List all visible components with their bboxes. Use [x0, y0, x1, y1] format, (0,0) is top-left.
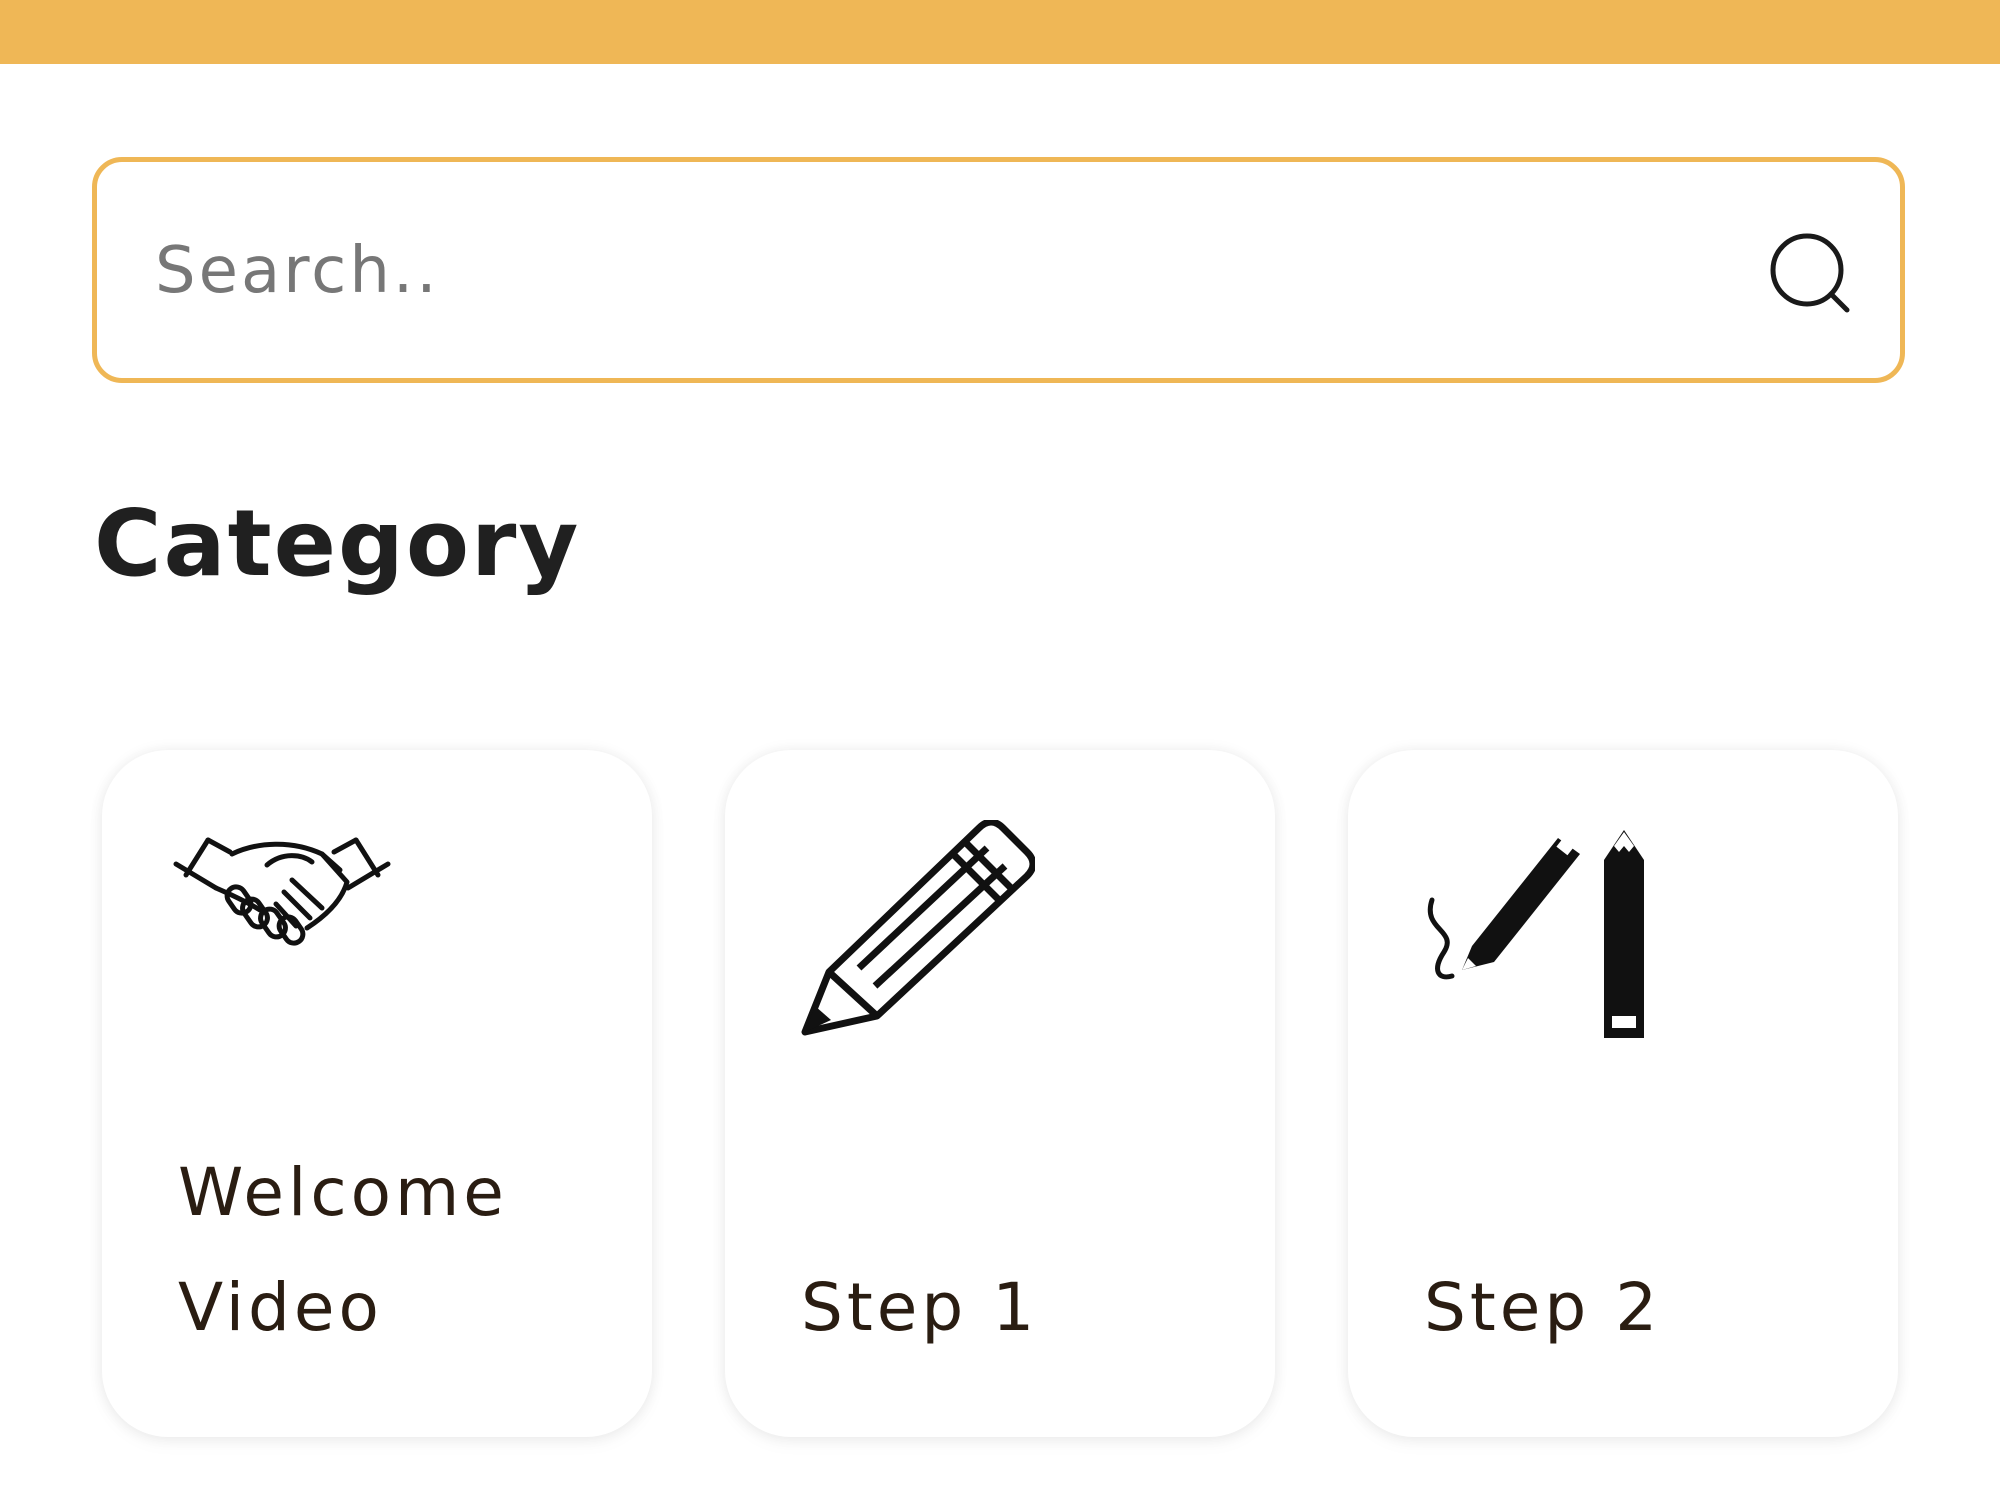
category-card-step-1[interactable]: Step 1	[725, 750, 1275, 1437]
section-title: Category	[94, 490, 581, 597]
category-card-step-2[interactable]: Step 2	[1348, 750, 1898, 1437]
pen-and-pencil-icon	[1427, 830, 1644, 1038]
search-bar[interactable]	[92, 157, 1905, 383]
top-app-bar	[0, 0, 2000, 64]
category-card-label: Step 2	[1424, 1269, 1662, 1346]
pencil-icon	[801, 820, 1035, 1036]
category-card-label: Step 1	[801, 1269, 1039, 1346]
category-card-label: Welcome Video	[178, 1154, 508, 1346]
handshake-icon	[173, 837, 391, 946]
search-icon[interactable]	[1767, 230, 1853, 316]
search-input[interactable]	[153, 162, 1697, 380]
category-card-welcome-video[interactable]: Welcome Video	[102, 750, 652, 1437]
